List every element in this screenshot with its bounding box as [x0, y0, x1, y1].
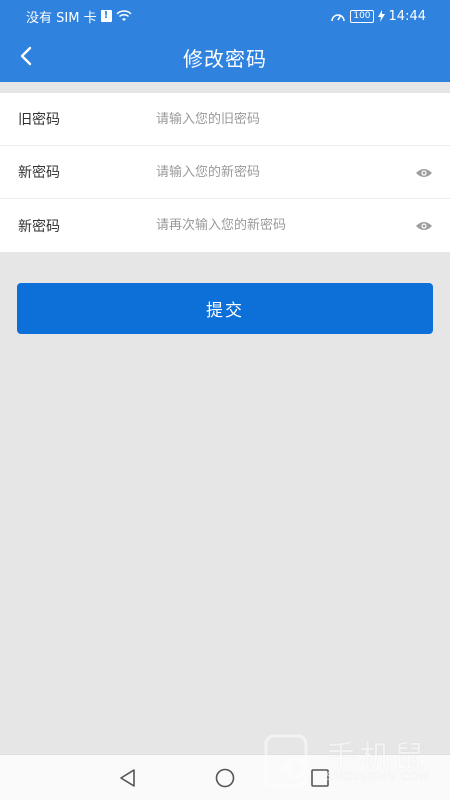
- new-password-visibility-toggle[interactable]: [414, 163, 434, 183]
- old-password-label: 旧密码: [18, 112, 60, 128]
- nav-home-button[interactable]: [214, 767, 236, 789]
- clock-text: 14:44: [388, 8, 426, 24]
- square-recent-icon: [311, 769, 329, 787]
- submit-button[interactable]: 提交: [17, 283, 433, 334]
- confirm-password-input[interactable]: [156, 218, 396, 233]
- old-password-row: 旧密码: [0, 93, 450, 146]
- page-title: 修改密码: [183, 46, 267, 71]
- new-password-input[interactable]: [156, 164, 396, 180]
- back-button[interactable]: [14, 44, 38, 68]
- status-right: 100 14:44: [330, 9, 426, 24]
- sim-alert-icon: !: [100, 10, 112, 22]
- nav-back-button[interactable]: [117, 767, 139, 789]
- wifi-icon: [116, 10, 132, 21]
- battery-icon: 100: [350, 9, 374, 23]
- new-password-row: 新密码: [0, 146, 450, 199]
- confirm-password-row: 新密码: [0, 199, 450, 252]
- status-bar: 没有 SIM 卡 ! 100 14:44: [0, 0, 450, 32]
- confirm-password-visibility-toggle[interactable]: [414, 216, 434, 236]
- confirm-password-label: 新密码: [18, 218, 60, 235]
- charging-icon: [377, 10, 385, 22]
- eye-icon: [416, 169, 432, 177]
- app-header: 修改密码: [0, 32, 450, 82]
- new-password-label: 新密码: [18, 165, 60, 181]
- status-left: 没有 SIM 卡 !: [26, 7, 132, 26]
- eye-icon: [416, 222, 432, 230]
- nav-recent-button[interactable]: [309, 767, 331, 789]
- chevron-left-icon: [20, 46, 32, 66]
- old-password-input[interactable]: [156, 111, 396, 127]
- carrier-text: 没有 SIM 卡: [26, 10, 97, 26]
- password-form: 旧密码 新密码 新密码: [0, 93, 450, 252]
- system-nav-bar: [0, 754, 450, 800]
- triangle-back-icon: [120, 769, 135, 787]
- speedometer-icon: [331, 13, 346, 21]
- circle-home-icon: [215, 768, 235, 788]
